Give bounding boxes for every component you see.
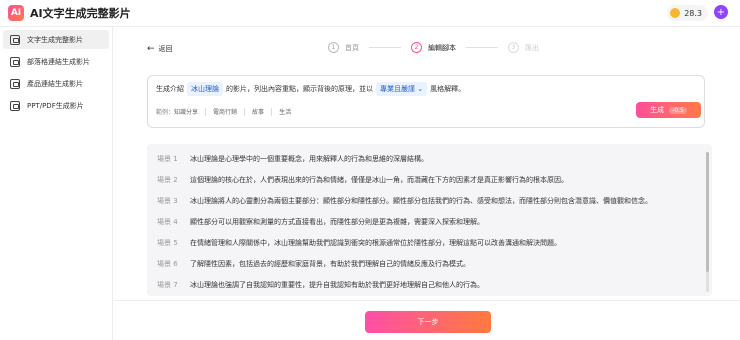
step-number: 3	[508, 42, 519, 53]
step-number: 1	[328, 42, 339, 53]
sidebar-item-text-video[interactable]: 文字生成完整影片	[3, 30, 109, 49]
step-label: 編輯腳本	[428, 43, 456, 52]
scene-text[interactable]: 顯性部分可以用觀察和測量的方式直接看出，而隱性部分則是更為複雜，需要深入探索和理…	[190, 217, 484, 227]
step-export: 3 匯出	[508, 42, 539, 53]
prompt-text: 生成介紹	[156, 85, 184, 93]
script-panel[interactable]: 場景 1 冰山理論是心理學中的一個重要概念，用來解釋人的行為和思維的深層結構。 …	[147, 144, 712, 296]
scrollbar[interactable]	[706, 152, 709, 292]
text-video-icon	[10, 34, 20, 45]
list-item[interactable]: 場景 1 冰山理論是心理學中的一個重要概念，用來解釋人的行為和思維的深層結構。	[157, 154, 428, 164]
scene-label: 場景 7	[157, 281, 178, 289]
prompt-text: 的影片，列出內容重點，顯示背後的原理，並以	[226, 85, 373, 93]
step-indicator: 1 首頁 2 編輯腳本 3 匯出	[328, 42, 539, 53]
step-number: 2	[411, 42, 422, 53]
list-item[interactable]: 場景 5 在情緒管理和人際關係中，冰山理論幫助我們認識到衝突的根源通常位於隱性部…	[157, 238, 561, 248]
scene-text[interactable]: 在情緒管理和人際關係中，冰山理論幫助我們認識到衝突的根源通常位於隱性部分，理解這…	[190, 238, 561, 248]
list-item[interactable]: 場景 4 顯性部分可以用觀察和測量的方式直接看出，而隱性部分則是更為複雜，需要深…	[157, 217, 484, 227]
scene-text[interactable]: 冰山理論也強調了自我認知的重要性，提升自我認知有助於我們更好地理解自己和他人的行…	[190, 280, 484, 290]
main-panel: ← 返回 1 首頁 2 編輯腳本 3 匯出 生成介紹 冰山理論 的影片，列出內容…	[114, 27, 740, 340]
sidebar-item-label: 產品連結生成影片	[27, 79, 83, 88]
prompt-editor[interactable]: 生成介紹 冰山理論 的影片，列出內容重點，顯示背後的原理，並以 專業且嚴謹 ⌄ …	[147, 75, 705, 128]
logo-text: AI	[10, 8, 22, 18]
product-link-icon	[10, 78, 20, 89]
sidebar-item-product-video[interactable]: 產品連結生成影片	[3, 74, 109, 93]
scene-text[interactable]: 了解隱性因素，包括過去的經歷和家庭背景，有助於我們理解自己的情緒反應及行為模式。	[190, 259, 470, 269]
back-label: 返回	[158, 45, 173, 53]
app-logo: AI	[8, 5, 24, 21]
style-select[interactable]: 專業且嚴謹 ⌄	[376, 82, 428, 96]
list-item[interactable]: 場景 2 這個理論的核心在於，人們表現出來的行為和情緒，僅僅是冰山一角，而潛藏在…	[157, 175, 568, 185]
example-chip[interactable]: 生活	[279, 107, 291, 116]
scene-label: 場景 3	[157, 197, 178, 205]
prompt-text: 風格解釋。	[430, 85, 466, 93]
credits-value: 28.3	[684, 8, 702, 18]
divider	[244, 107, 246, 116]
list-item[interactable]: 場景 7 冰山理論也強調了自我認知的重要性，提升自我認知有助於我們更好地理解自己…	[157, 280, 484, 290]
divider	[205, 107, 207, 116]
step-edit-script: 2 編輯腳本	[411, 42, 456, 53]
sidebar-item-blog-video[interactable]: 部落格連結生成影片	[3, 52, 109, 71]
scene-label: 場景 4	[157, 218, 178, 226]
scroll-thumb[interactable]	[706, 152, 709, 272]
generate-button[interactable]: 生成 -0.5	[636, 102, 701, 118]
topic-chip[interactable]: 冰山理論	[187, 82, 223, 96]
credits-badge: 28.3	[667, 5, 708, 21]
document-icon	[10, 100, 20, 111]
scene-text[interactable]: 冰山理論是心理學中的一個重要概念，用來解釋人的行為和思維的深層結構。	[190, 154, 428, 164]
sidebar-item-label: 文字生成完整影片	[27, 35, 83, 44]
scene-label: 場景 2	[157, 176, 178, 184]
scene-label: 場景 5	[157, 239, 178, 247]
title-bar: AI AI文字生成完整影片 28.3 +	[0, 0, 740, 27]
footer-divider	[114, 300, 740, 301]
step-label: 匯出	[525, 43, 539, 52]
list-item[interactable]: 場景 3 冰山理論將人的心靈劃分為兩個主要部分：顯性部分和隱性部分。顯性部分包括…	[157, 196, 652, 206]
example-chip[interactable]: 電商行銷	[213, 107, 237, 116]
step-connector	[369, 47, 401, 48]
examples-row: 範例： 知識分享 電商行銷 故事 生活	[156, 107, 291, 116]
sidebar-item-label: 部落格連結生成影片	[27, 57, 90, 66]
example-chip[interactable]: 故事	[252, 107, 264, 116]
step-home: 1 首頁	[328, 42, 359, 53]
sidebar-item-label: PPT/PDF生成影片	[27, 101, 84, 110]
coin-icon	[670, 8, 681, 18]
divider	[271, 107, 273, 116]
next-button[interactable]: 下一步	[365, 311, 491, 333]
scene-label: 場景 6	[157, 260, 178, 268]
add-credits-button[interactable]: +	[714, 5, 728, 19]
generate-cost: -0.5	[669, 106, 687, 114]
step-label: 首頁	[345, 43, 359, 52]
scene-text[interactable]: 冰山理論將人的心靈劃分為兩個主要部分：顯性部分和隱性部分。顯性部分包括我們的行為…	[190, 196, 652, 206]
sidebar: 文字生成完整影片 部落格連結生成影片 產品連結生成影片 PPT/PDF生成影片	[0, 27, 113, 340]
step-connector	[466, 47, 498, 48]
list-item[interactable]: 場景 6 了解隱性因素，包括過去的經歷和家庭背景，有助於我們理解自己的情緒反應及…	[157, 259, 470, 269]
scene-label: 場景 1	[157, 155, 178, 163]
prompt-sentence: 生成介紹 冰山理論 的影片，列出內容重點，顯示背後的原理，並以 專業且嚴謹 ⌄ …	[156, 82, 465, 96]
examples-label: 範例：	[156, 109, 175, 116]
sidebar-item-ppt-video[interactable]: PPT/PDF生成影片	[3, 96, 109, 115]
app-title: AI文字生成完整影片	[30, 7, 131, 20]
example-chip[interactable]: 知識分享	[174, 107, 198, 116]
back-button[interactable]: ← 返回	[147, 44, 173, 54]
blog-link-icon	[10, 56, 20, 67]
scene-text[interactable]: 這個理論的核心在於，人們表現出來的行為和情緒，僅僅是冰山一角，而潛藏在下方的因素…	[190, 175, 568, 185]
arrow-left-icon: ←	[147, 44, 155, 54]
generate-label: 生成	[650, 106, 665, 114]
